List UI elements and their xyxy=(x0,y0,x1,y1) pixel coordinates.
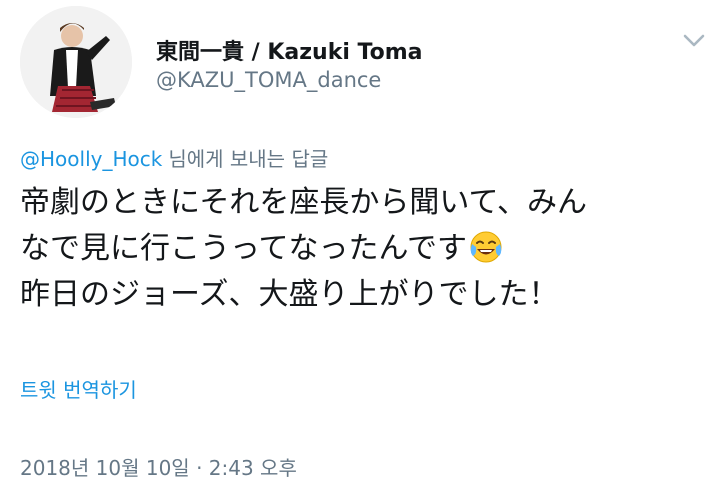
author-display-name[interactable]: 東間一貴 / Kazuki Toma xyxy=(156,34,423,66)
tweet-line: 帝劇のときにそれを座長から聞いて、みん xyxy=(20,185,587,220)
reply-context-suffix: 님에게 보내는 답글 xyxy=(168,147,329,171)
tweet-text: 帝劇のときにそれを座長から聞いて、みん なで見に行こうってなったんです 昨日のジ… xyxy=(20,180,710,318)
tweet-line: 昨日のジョーズ、大盛り上がりでした！ xyxy=(20,277,559,312)
translate-tweet-link[interactable]: 트윗 번역하기 xyxy=(20,374,137,403)
reply-context: @Hoolly_Hock 님에게 보내는 답글 xyxy=(20,143,328,172)
tweet-line: なで見に行こうってなったんです xyxy=(20,226,710,272)
chevron-down-icon[interactable] xyxy=(680,26,708,54)
author-handle[interactable]: @KAZU_TOMA_dance xyxy=(156,68,381,92)
tweet-timestamp[interactable]: 2018년 10월 10일 · 2:43 오후 xyxy=(20,452,297,481)
reply-mention-link[interactable]: @Hoolly_Hock xyxy=(20,147,162,171)
avatar[interactable] xyxy=(20,6,132,118)
profile-photo xyxy=(20,6,132,118)
face-with-tears-of-joy-icon xyxy=(469,230,503,264)
tweet-line-text: なで見に行こうってなったんです xyxy=(20,231,467,266)
